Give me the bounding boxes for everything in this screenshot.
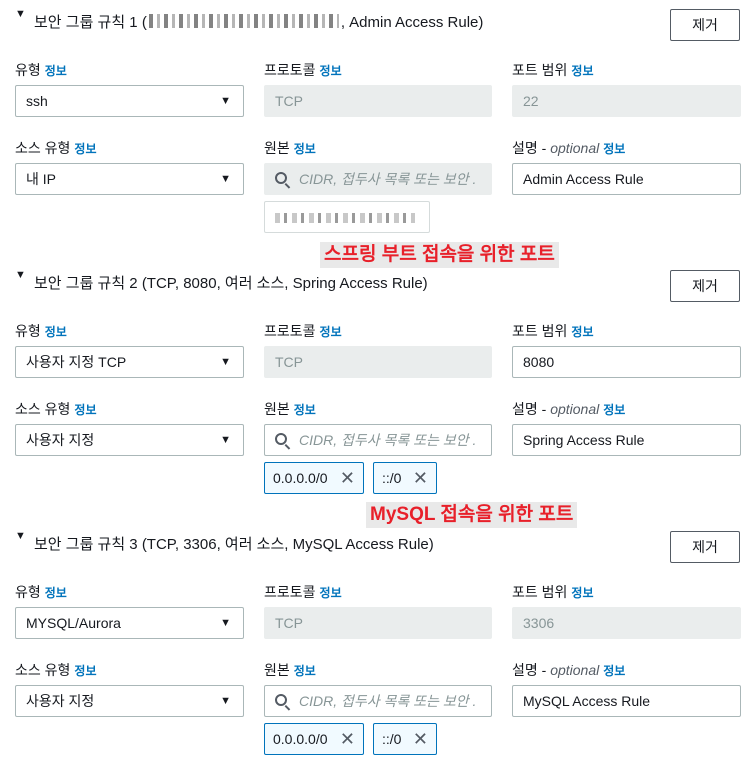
info-link[interactable]: 정보 (294, 142, 316, 156)
source-type-label: 소스 유형 정보 (15, 140, 97, 156)
source-type-select[interactable]: 사용자 지정 ▼ (15, 424, 244, 456)
source-type-select[interactable]: 내 IP ▼ (15, 163, 244, 195)
description-input[interactable]: Spring Access Rule (512, 424, 741, 456)
source-type-label: 소스 유형 정보 (15, 401, 97, 417)
info-link[interactable]: 정보 (571, 64, 593, 78)
source-label: 원본 정보 (264, 662, 316, 678)
info-link[interactable]: 정보 (603, 403, 625, 417)
security-group-rule-3: ▼ 보안 그룹 규칙 3 (TCP, 3306, 여러 소스, MySQL Ac… (0, 522, 755, 772)
port-range-field: 22 (512, 85, 741, 117)
protocol-field: TCP (264, 346, 492, 378)
rule-title: 보안 그룹 규칙 3 (TCP, 3306, 여러 소스, MySQL Acce… (34, 536, 434, 553)
chevron-down-icon: ▼ (220, 617, 231, 629)
redacted-source-token (264, 201, 430, 233)
remove-button[interactable]: 제거 (670, 270, 740, 302)
close-icon[interactable]: ✕ (340, 724, 355, 754)
info-link[interactable]: 정보 (294, 403, 316, 417)
source-search-input[interactable]: CIDR, 접두사 목록 또는 보안 . (264, 424, 492, 456)
chevron-down-icon: ▼ (220, 434, 231, 446)
close-icon[interactable]: ✕ (413, 463, 428, 493)
info-link[interactable]: 정보 (45, 325, 67, 339)
caret-down-icon[interactable]: ▼ (15, 268, 26, 282)
port-range-label: 포트 범위 정보 (512, 62, 594, 78)
source-type-select[interactable]: 사용자 지정 ▼ (15, 685, 244, 717)
source-token: ::/0 ✕ (373, 723, 437, 755)
source-type-label: 소스 유형 정보 (15, 662, 97, 678)
security-group-rule-1: ▼ 보안 그룹 규칙 1 (, Admin Access Rule) 제거 유형… (0, 0, 755, 250)
info-link[interactable]: 정보 (45, 64, 67, 78)
source-label: 원본 정보 (264, 140, 316, 156)
type-select[interactable]: MYSQL/Aurora ▼ (15, 607, 244, 639)
info-link[interactable]: 정보 (74, 664, 96, 678)
info-link[interactable]: 정보 (74, 403, 96, 417)
port-range-input[interactable]: 8080 (512, 346, 741, 378)
type-select[interactable]: 사용자 지정 TCP ▼ (15, 346, 244, 378)
search-icon (275, 433, 287, 445)
redacted-ip (148, 14, 339, 28)
info-link[interactable]: 정보 (603, 142, 625, 156)
info-link[interactable]: 정보 (571, 325, 593, 339)
description-label: 설명 - optional 정보 (512, 401, 626, 417)
chevron-down-icon: ▼ (220, 173, 231, 185)
description-label: 설명 - optional 정보 (512, 662, 626, 678)
chevron-down-icon: ▼ (220, 695, 231, 707)
description-input[interactable]: MySQL Access Rule (512, 685, 741, 717)
close-icon[interactable]: ✕ (413, 724, 428, 754)
protocol-label: 프로토콜 정보 (264, 323, 342, 339)
rule-header: ▼ 보안 그룹 규칙 2 (TCP, 8080, 여러 소스, Spring A… (0, 261, 755, 302)
remove-button[interactable]: 제거 (670, 9, 740, 41)
rule-header: ▼ 보안 그룹 규칙 3 (TCP, 3306, 여러 소스, MySQL Ac… (0, 522, 755, 563)
protocol-field: TCP (264, 85, 492, 117)
info-link[interactable]: 정보 (320, 586, 342, 600)
caret-down-icon[interactable]: ▼ (15, 7, 26, 21)
rule-title: 보안 그룹 규칙 1 (, Admin Access Rule) (34, 14, 484, 31)
info-link[interactable]: 정보 (603, 664, 625, 678)
search-icon (275, 172, 287, 184)
chevron-down-icon: ▼ (220, 95, 231, 107)
source-token: 0.0.0.0/0 ✕ (264, 462, 364, 494)
close-icon[interactable]: ✕ (340, 463, 355, 493)
rule-title: 보안 그룹 규칙 2 (TCP, 8080, 여러 소스, Spring Acc… (34, 275, 428, 292)
info-link[interactable]: 정보 (320, 325, 342, 339)
caret-down-icon[interactable]: ▼ (15, 529, 26, 543)
port-range-field: 3306 (512, 607, 741, 639)
rule-header: ▼ 보안 그룹 규칙 1 (, Admin Access Rule) 제거 (0, 0, 755, 41)
source-token: ::/0 ✕ (373, 462, 437, 494)
info-link[interactable]: 정보 (74, 142, 96, 156)
description-label: 설명 - optional 정보 (512, 140, 626, 156)
port-range-label: 포트 범위 정보 (512, 584, 594, 600)
type-label: 유형 정보 (15, 62, 67, 78)
info-link[interactable]: 정보 (45, 586, 67, 600)
chevron-down-icon: ▼ (220, 356, 231, 368)
security-group-rule-2: ▼ 보안 그룹 규칙 2 (TCP, 8080, 여러 소스, Spring A… (0, 261, 755, 511)
type-label: 유형 정보 (15, 323, 67, 339)
type-label: 유형 정보 (15, 584, 67, 600)
type-select[interactable]: ssh ▼ (15, 85, 244, 117)
info-link[interactable]: 정보 (320, 64, 342, 78)
source-search-input[interactable]: CIDR, 접두사 목록 또는 보안 . (264, 685, 492, 717)
source-label: 원본 정보 (264, 401, 316, 417)
protocol-label: 프로토콜 정보 (264, 62, 342, 78)
description-input[interactable]: Admin Access Rule (512, 163, 741, 195)
search-icon (275, 694, 287, 706)
protocol-label: 프로토콜 정보 (264, 584, 342, 600)
info-link[interactable]: 정보 (294, 664, 316, 678)
info-link[interactable]: 정보 (571, 586, 593, 600)
port-range-label: 포트 범위 정보 (512, 323, 594, 339)
source-token: 0.0.0.0/0 ✕ (264, 723, 364, 755)
remove-button[interactable]: 제거 (670, 531, 740, 563)
protocol-field: TCP (264, 607, 492, 639)
source-search-input: CIDR, 접두사 목록 또는 보안 . (264, 163, 492, 195)
